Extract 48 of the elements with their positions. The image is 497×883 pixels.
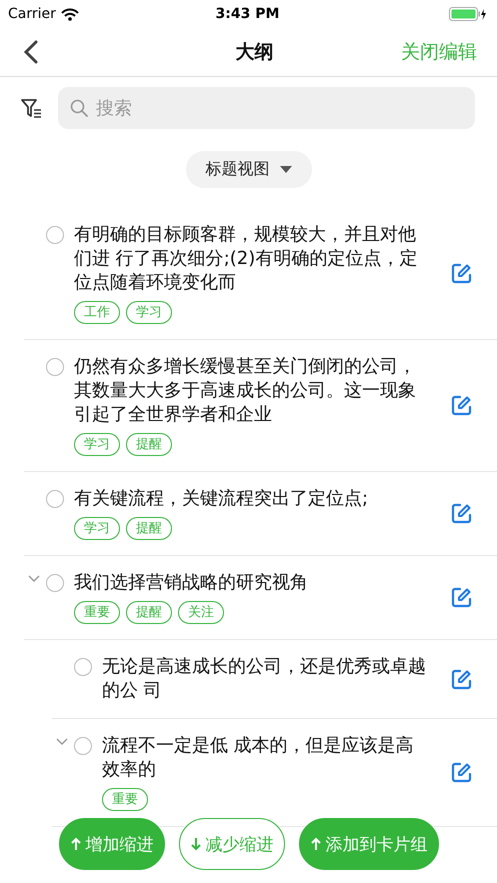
edit-icon[interactable]: [451, 587, 472, 608]
radio-circle[interactable]: [46, 490, 64, 508]
caret-icon: [280, 166, 292, 173]
tag: 学习: [74, 433, 120, 456]
tag: 重要: [102, 788, 148, 811]
back-icon[interactable]: [24, 40, 38, 64]
carrier-label: Carrier: [8, 6, 56, 22]
tag: 提醒: [126, 601, 172, 624]
tag: 关注: [178, 601, 224, 624]
radio-circle[interactable]: [74, 658, 92, 676]
outline-item-text: 流程不一定是低 成本的，但是应该是高效率的: [102, 734, 415, 782]
outline-item-text: 我们选择营销战略的研究视角: [74, 571, 309, 595]
battery-icon: [448, 7, 487, 21]
search-icon: [70, 99, 88, 117]
radio-circle[interactable]: [74, 737, 92, 755]
radio-circle[interactable]: [46, 574, 64, 592]
radio-circle[interactable]: [46, 226, 64, 244]
action-button[interactable]: 减少缩进: [178, 818, 284, 870]
edit-icon[interactable]: [451, 668, 472, 690]
edit-icon[interactable]: [451, 263, 472, 284]
tag: 提醒: [126, 517, 172, 540]
close-edit-button[interactable]: 关闭编辑: [401, 39, 477, 65]
wifi-icon: [60, 8, 79, 20]
outline-item-text: 无论是高速成长的公司，还是优秀或卓越的公 司: [102, 655, 427, 703]
outline-item-text: 有明确的目标顾客群，规模较大，并且对他们进 行了再次细分;(2)有明确的定位点，定位点随着环境变化而: [74, 223, 418, 295]
edit-icon[interactable]: [451, 762, 472, 783]
outline-item-text: 有关键流程，关键流程突出了定位点;: [74, 487, 370, 511]
action-button[interactable]: 添加到卡片组: [298, 818, 438, 870]
edit-icon[interactable]: [451, 503, 472, 524]
filter-icon[interactable]: [20, 97, 42, 119]
chevron-icon[interactable]: [28, 575, 40, 583]
view-selector[interactable]: 标题视图: [186, 151, 312, 188]
edit-icon[interactable]: [451, 395, 472, 416]
down-arrow-icon: [190, 837, 202, 851]
page-title: 大纲: [236, 40, 274, 65]
search-field[interactable]: 搜索: [58, 87, 475, 129]
tag: 工作: [74, 301, 120, 324]
tag: 学习: [126, 301, 172, 324]
outline-item-text: 仍然有众多增长缓慢甚至关门倒闭的公司，其数量大大多于高速成长的公司。这一现象引起了全世界学者和企业: [74, 355, 417, 427]
action-button[interactable]: 增加缩进: [58, 818, 164, 870]
radio-circle[interactable]: [46, 358, 64, 376]
tag: 学习: [74, 517, 120, 540]
up-arrow-icon: [70, 837, 82, 851]
tag: 重要: [74, 601, 120, 624]
chevron-icon[interactable]: [56, 738, 68, 746]
up-arrow-icon: [310, 837, 322, 851]
clock: 3:43 PM: [216, 6, 280, 22]
tag: 提醒: [126, 433, 172, 456]
